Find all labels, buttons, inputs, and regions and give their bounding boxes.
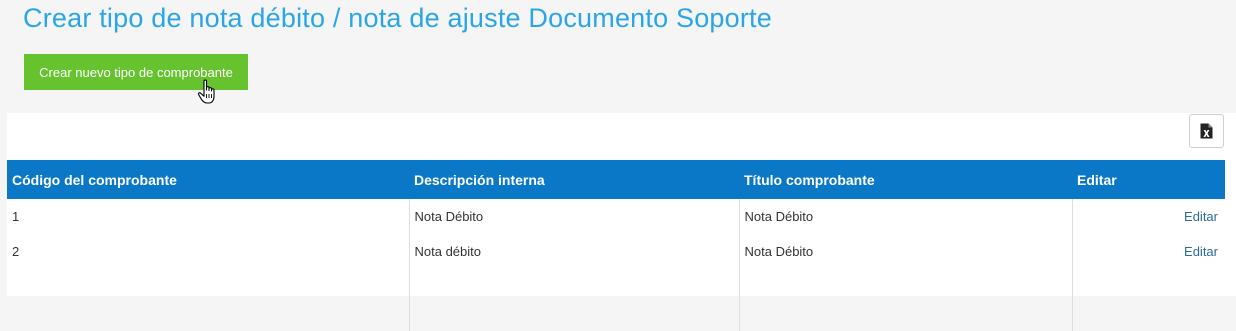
voucher-types-table: Código del comprobante Descripción inter… [7,160,1225,331]
cell-code: 1 [12,209,20,224]
cell-description: Nota Débito [408,199,739,234]
hand-pointer-cursor-icon [197,79,215,104]
table-row: 1 Nota Débito Nota Débito Editar [7,199,1225,234]
cell-edit: Editar [1071,234,1225,269]
column-header-description[interactable]: Descripción interna [409,160,739,199]
cell-code: 2 [12,244,20,259]
cell-title: Nota Débito [738,199,1072,234]
column-header-title[interactable]: Título comprobante [739,160,1072,199]
column-header-edit: Editar [1072,160,1225,199]
export-excel-button[interactable] [1189,114,1224,148]
cell-title: Nota Débito [738,234,1072,269]
table-header-row: Código del comprobante Descripción inter… [7,160,1225,199]
excel-file-icon [1200,123,1213,139]
edit-link[interactable]: Editar [1184,244,1218,259]
page-title: Crear tipo de nota débito / nota de ajus… [23,3,772,33]
cell-edit: Editar [1071,199,1225,234]
column-header-code[interactable]: Código del comprobante [7,160,409,199]
edit-link[interactable]: Editar [1184,209,1218,224]
table-empty-area [7,269,1225,331]
table-row: 2 Nota débito Nota Débito Editar [7,234,1225,269]
cell-description: Nota débito [408,234,739,269]
